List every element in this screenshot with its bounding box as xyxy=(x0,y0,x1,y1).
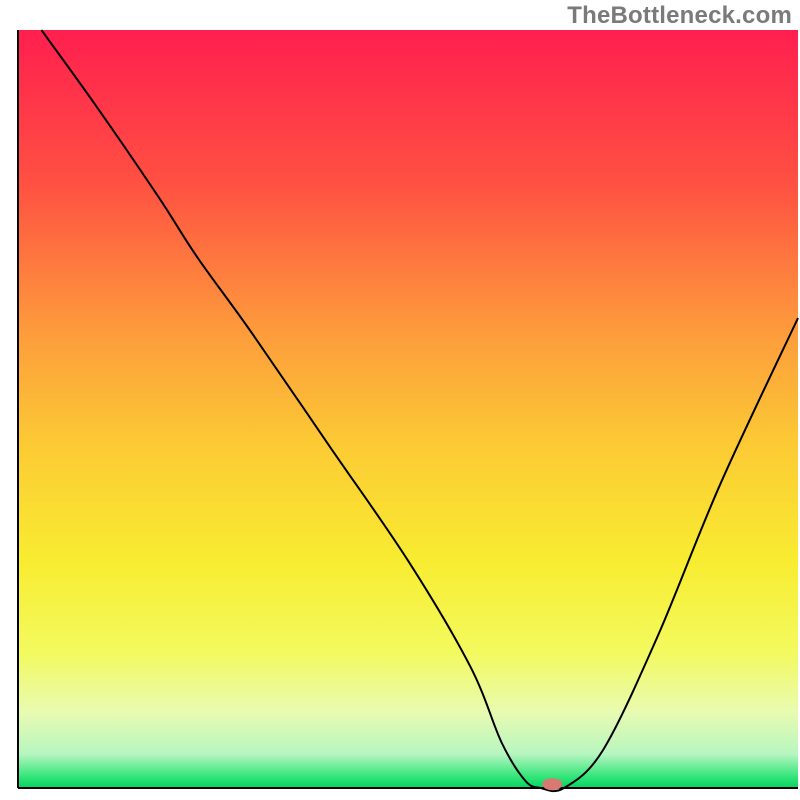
watermark-text: TheBottleneck.com xyxy=(567,2,792,30)
optimum-marker xyxy=(542,778,562,790)
plot-background xyxy=(18,30,798,788)
chart-container: { "watermark": "TheBottleneck.com", "cha… xyxy=(0,0,800,800)
bottleneck-chart xyxy=(0,0,800,800)
